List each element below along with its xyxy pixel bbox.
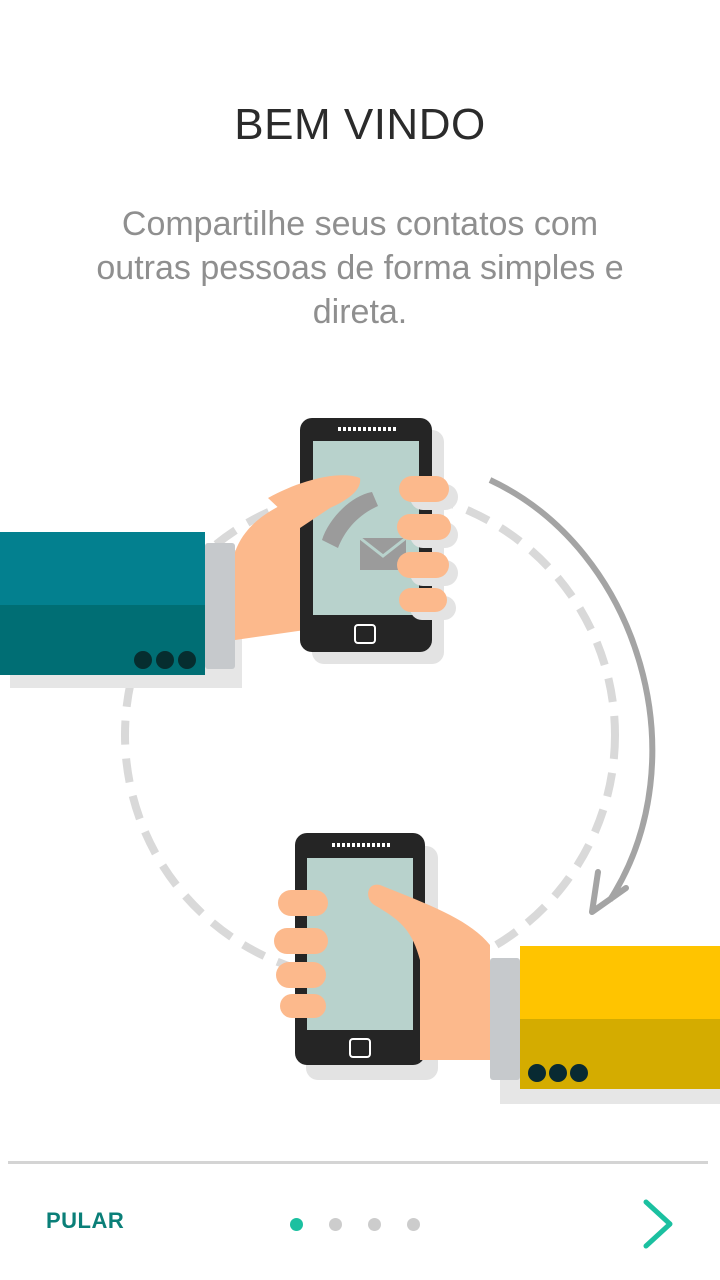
top-hand-group	[0, 418, 458, 688]
next-button[interactable]	[632, 1196, 684, 1252]
page-dot-1[interactable]	[290, 1218, 303, 1231]
chevron-right-icon	[643, 1199, 673, 1249]
page-dot-4[interactable]	[407, 1218, 420, 1231]
page-title: BEM VINDO	[234, 100, 486, 149]
hands-sharing-phones-illustration	[0, 418, 720, 1104]
page-description: Compartilhe seus contatos com outras pes…	[96, 205, 624, 331]
page-indicator	[290, 1218, 420, 1234]
skip-button[interactable]: PULAR	[46, 1208, 124, 1234]
page-dot-3[interactable]	[368, 1218, 381, 1231]
page-dot-2[interactable]	[329, 1218, 342, 1231]
arrow-curve	[488, 477, 656, 902]
footer-divider	[8, 1161, 708, 1164]
bottom-hand-group	[274, 833, 720, 1104]
